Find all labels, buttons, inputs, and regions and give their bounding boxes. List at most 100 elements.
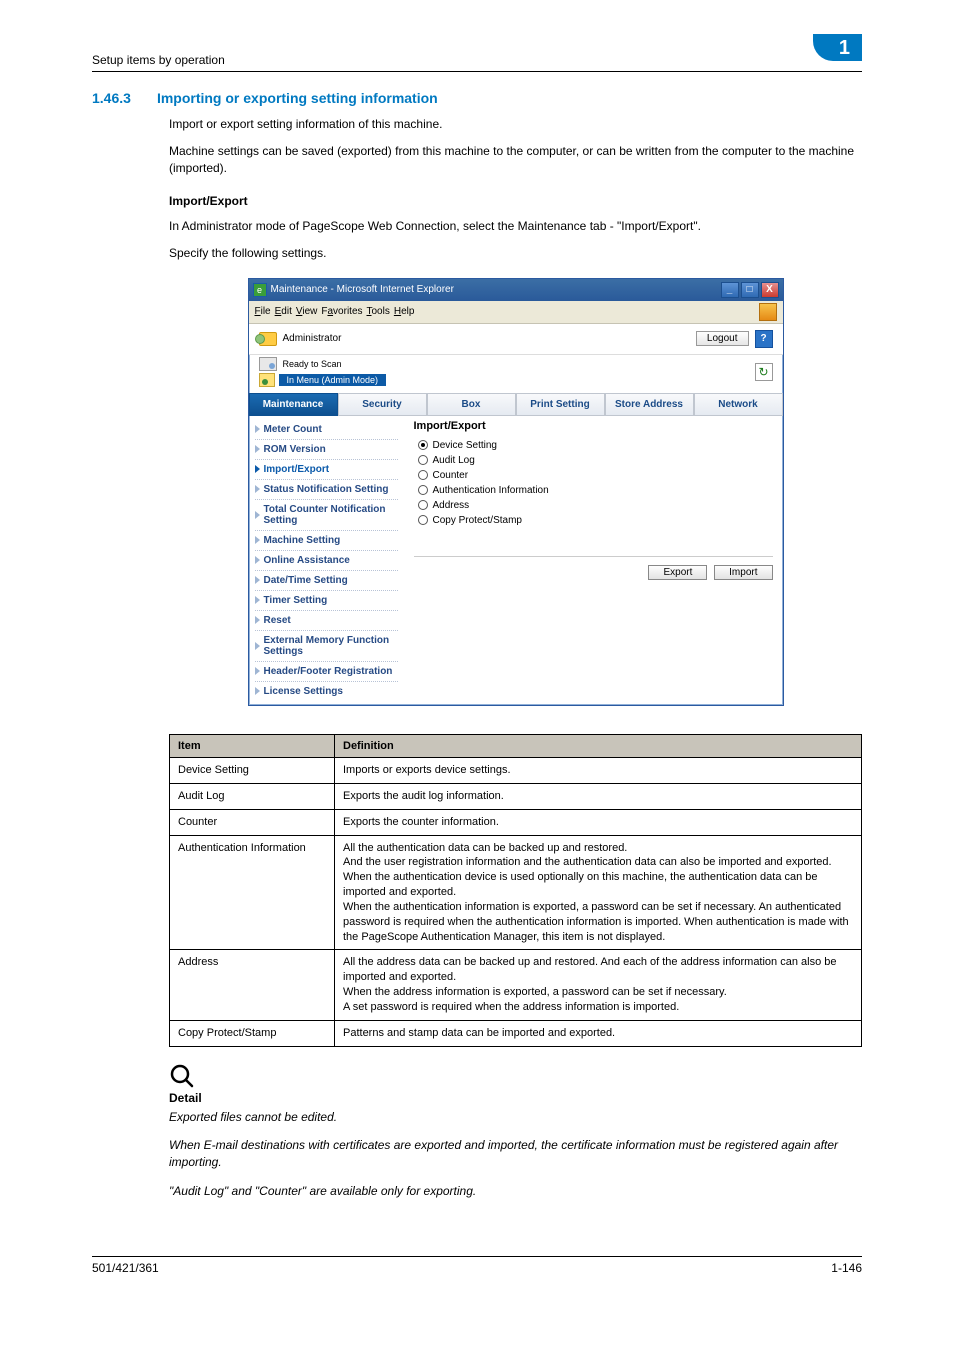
tab-network[interactable]: Network	[694, 393, 783, 416]
radio-copy-protect-stamp[interactable]: Copy Protect/Stamp	[414, 513, 773, 528]
footer-page-number: 1-146	[831, 1261, 862, 1275]
sidebar-item-rom-version[interactable]: ROM Version	[255, 440, 398, 460]
radio-label: Copy Protect/Stamp	[433, 515, 522, 526]
sidebar-item-total-counter-notification[interactable]: Total Counter Notification Setting	[255, 500, 398, 531]
sidebar-item-label: Import/Export	[264, 464, 330, 475]
instruction-2: Specify the following settings.	[169, 245, 862, 262]
sidebar-item-label: External Memory Function Settings	[264, 635, 398, 657]
sidebar-item-label: Machine Setting	[264, 535, 341, 546]
logout-button[interactable]: Logout	[696, 331, 749, 346]
table-row: Authentication InformationAll the authen…	[170, 835, 862, 950]
window-title: Maintenance - Microsoft Internet Explore…	[271, 284, 454, 295]
radio-label: Counter	[433, 470, 469, 481]
sidebar-item-license-settings[interactable]: License Settings	[255, 682, 398, 701]
header-rule	[92, 71, 862, 72]
sidebar-item-machine-setting[interactable]: Machine Setting	[255, 531, 398, 551]
sidebar-item-meter-count[interactable]: Meter Count	[255, 420, 398, 440]
detail-label: Detail	[169, 1091, 862, 1105]
detail-note-1: Exported files cannot be edited.	[169, 1109, 862, 1126]
menu-bar: File Edit View Favorites Tools Help	[249, 301, 783, 324]
table-row: AddressAll the address data can be backe…	[170, 950, 862, 1020]
detail-note-3: "Audit Log" and "Counter" are available …	[169, 1183, 862, 1200]
maximize-button[interactable]: □	[741, 282, 759, 298]
cell-definition: All the authentication data can be backe…	[335, 835, 862, 950]
ie-logo-icon	[759, 303, 777, 321]
radio-icon	[418, 500, 428, 510]
detail-icon	[169, 1063, 862, 1089]
sidebar-item-status-notification[interactable]: Status Notification Setting	[255, 480, 398, 500]
sidebar-item-label: Status Notification Setting	[264, 484, 389, 495]
chevron-right-icon	[255, 596, 260, 604]
chevron-right-icon	[255, 667, 260, 675]
cell-item: Counter	[170, 809, 335, 835]
export-button[interactable]: Export	[648, 565, 707, 580]
sidebar-item-header-footer[interactable]: Header/Footer Registration	[255, 662, 398, 682]
sidebar-item-external-memory[interactable]: External Memory Function Settings	[255, 631, 398, 662]
tab-security[interactable]: Security	[338, 393, 427, 416]
sidebar-item-reset[interactable]: Reset	[255, 611, 398, 631]
chevron-right-icon	[255, 465, 260, 473]
chevron-right-icon	[255, 556, 260, 564]
cell-definition: Patterns and stamp data can be imported …	[335, 1020, 862, 1046]
sidebar-item-label: Reset	[264, 615, 291, 626]
radio-device-setting[interactable]: Device Setting	[414, 438, 773, 453]
screenshot-window: e Maintenance - Microsoft Internet Explo…	[248, 278, 784, 706]
section-title: Importing or exporting setting informati…	[157, 90, 438, 106]
cell-definition: All the address data can be backed up an…	[335, 950, 862, 1020]
chapter-badge: 1	[813, 34, 862, 61]
radio-icon	[418, 515, 428, 525]
menu-tools[interactable]: Tools	[367, 306, 390, 317]
sidebar-item-online-assistance[interactable]: Online Assistance	[255, 551, 398, 571]
menu-view[interactable]: View	[296, 306, 318, 317]
chevron-right-icon	[255, 511, 260, 519]
chevron-right-icon	[255, 425, 260, 433]
refresh-button[interactable]: ↻	[755, 363, 773, 381]
minimize-button[interactable]: _	[721, 282, 739, 298]
ready-text: Ready to Scan	[283, 359, 342, 369]
radio-address[interactable]: Address	[414, 498, 773, 513]
menu-mode-pill: In Menu (Admin Mode)	[279, 374, 387, 386]
radio-icon	[418, 485, 428, 495]
section-number: 1.46.3	[92, 90, 131, 106]
cell-item: Audit Log	[170, 783, 335, 809]
footer-model: 501/421/361	[92, 1261, 159, 1275]
radio-label: Address	[433, 500, 470, 511]
menu-favorites[interactable]: Favorites	[321, 306, 362, 317]
import-button[interactable]: Import	[714, 565, 772, 580]
tab-print-setting[interactable]: Print Setting	[516, 393, 605, 416]
cell-definition: Exports the audit log information.	[335, 783, 862, 809]
close-button[interactable]: X	[761, 282, 779, 298]
detail-note-2: When E-mail destinations with certificat…	[169, 1137, 862, 1171]
radio-authentication-information[interactable]: Authentication Information	[414, 483, 773, 498]
radio-audit-log[interactable]: Audit Log	[414, 453, 773, 468]
table-row: Device SettingImports or exports device …	[170, 757, 862, 783]
menu-edit[interactable]: Edit	[275, 306, 292, 317]
definition-table: Item Definition Device SettingImports or…	[169, 734, 862, 1047]
instruction-1: In Administrator mode of PageScope Web C…	[169, 218, 862, 235]
radio-icon	[418, 440, 428, 450]
th-item: Item	[170, 734, 335, 757]
chevron-right-icon	[255, 576, 260, 584]
ie-icon: e	[253, 283, 267, 297]
radio-counter[interactable]: Counter	[414, 468, 773, 483]
sidebar: Meter Count ROM Version Import/Export St…	[249, 416, 404, 705]
tab-box[interactable]: Box	[427, 393, 516, 416]
menu-help[interactable]: Help	[394, 306, 415, 317]
tab-store-address[interactable]: Store Address	[605, 393, 694, 416]
cell-item: Copy Protect/Stamp	[170, 1020, 335, 1046]
admin-icon	[259, 332, 277, 346]
sidebar-item-label: Header/Footer Registration	[264, 666, 393, 677]
window-titlebar: e Maintenance - Microsoft Internet Explo…	[249, 279, 783, 301]
radio-icon	[418, 455, 428, 465]
radio-label: Authentication Information	[433, 485, 549, 496]
chevron-right-icon	[255, 642, 260, 650]
sidebar-item-timer-setting[interactable]: Timer Setting	[255, 591, 398, 611]
help-button[interactable]: ?	[755, 330, 773, 348]
sidebar-item-import-export[interactable]: Import/Export	[255, 460, 398, 480]
sidebar-item-label: Meter Count	[264, 424, 322, 435]
table-row: Audit LogExports the audit log informati…	[170, 783, 862, 809]
menu-file[interactable]: File	[255, 306, 271, 317]
cell-item: Device Setting	[170, 757, 335, 783]
sidebar-item-datetime-setting[interactable]: Date/Time Setting	[255, 571, 398, 591]
tab-maintenance[interactable]: Maintenance	[249, 393, 338, 416]
